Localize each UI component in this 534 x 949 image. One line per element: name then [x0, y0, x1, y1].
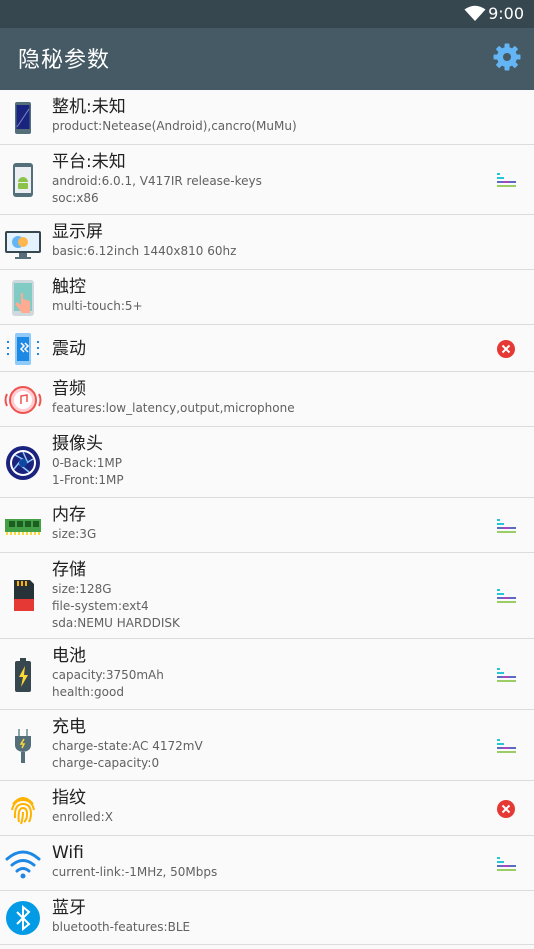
item-detail: soc:x86 — [52, 191, 99, 205]
touch-icon — [4, 279, 42, 317]
bars-icon[interactable] — [496, 854, 516, 874]
error-icon[interactable] — [496, 799, 516, 819]
status-time: 9:00 — [488, 4, 524, 23]
vibration-icon — [4, 330, 42, 368]
bars-icon[interactable] — [496, 586, 516, 606]
item-title: 音频 — [52, 379, 86, 399]
bars-icon[interactable] — [496, 736, 516, 756]
error-icon[interactable] — [496, 339, 516, 359]
sdcard-icon — [4, 577, 42, 615]
item-detail: current-link:-1MHz, 50Mbps — [52, 865, 218, 879]
item-title: 摄像头 — [52, 434, 103, 454]
item-detail: bluetooth-features:BLE — [52, 920, 191, 934]
item-text: 摄像头 0-Back:1MP 1-Front:1MP — [52, 433, 124, 489]
list-item[interactable]: 蓝牙 bluetooth-features:BLE — [0, 891, 534, 945]
item-detail: charge-state:AC 4172mV — [52, 739, 203, 753]
list-item[interactable]: 触控 multi-touch:5+ — [0, 270, 534, 325]
item-text: 音频 features:low_latency,output,microphone — [52, 378, 295, 417]
item-detail: enrolled:X — [52, 810, 113, 824]
fingerprint-icon — [4, 790, 42, 828]
list-item[interactable]: 平台:未知 android:6.0.1, V417IR release-keys s… — [0, 145, 534, 215]
item-detail: capacity:3750mAh — [52, 668, 164, 682]
item-title: 整机:未知 — [52, 97, 126, 117]
list-item[interactable]: 摄像头 0-Back:1MP 1-Front:1MP — [0, 427, 534, 498]
item-title: 指纹 — [52, 788, 86, 808]
item-detail: 0-Back:1MP — [52, 456, 122, 470]
list-item[interactable]: 整机:未知 product:Netease(Android),cancro(MuM… — [0, 90, 534, 145]
list-item[interactable]: 存储 size:128G file-system:ext4 sda:NEMU HARD… — [0, 553, 534, 639]
bars-icon[interactable] — [496, 516, 516, 536]
item-detail: product:Netease(Android),cancro(MuMu) — [52, 119, 297, 133]
item-detail: android:6.0.1, V417IR release-keys — [52, 174, 262, 188]
item-title: 蓝牙 — [52, 898, 86, 918]
list-item[interactable]: 显示屏 basic:6.12inch 1440x810 60hz — [0, 215, 534, 270]
battery-icon — [4, 656, 42, 694]
item-title: 震动 — [52, 338, 86, 359]
item-detail: features:low_latency,output,microphone — [52, 401, 295, 415]
list-item[interactable]: 震动 — [0, 325, 534, 372]
list-item[interactable]: 充电 charge-state:AC 4172mV charge-capacity:… — [0, 710, 534, 781]
item-text: 指纹 enrolled:X — [52, 787, 113, 826]
item-detail: size:3G — [52, 527, 97, 541]
item-detail: multi-touch:5+ — [52, 299, 143, 313]
item-title: 电池 — [52, 646, 86, 666]
item-detail: charge-capacity:0 — [52, 756, 160, 770]
item-detail: sda:NEMU HARDDISK — [52, 616, 180, 630]
wifi-icon — [464, 5, 486, 21]
item-text: 震动 — [52, 338, 86, 360]
item-text: 充电 charge-state:AC 4172mV charge-capacity:… — [52, 716, 203, 772]
item-title: Wifi — [52, 843, 84, 863]
wifi-icon — [4, 845, 42, 883]
monitor-icon — [4, 224, 42, 262]
item-text: 蓝牙 bluetooth-features:BLE — [52, 897, 190, 936]
item-detail: 1-Front:1MP — [52, 473, 124, 487]
item-text: 内存 size:3G — [52, 504, 96, 543]
list-item[interactable]: 电池 capacity:3750mAh health:good — [0, 639, 534, 710]
status-bar: 9:00 — [0, 0, 534, 28]
item-text: 触控 multi-touch:5+ — [52, 276, 143, 315]
gear-icon[interactable] — [492, 42, 522, 72]
item-title: 触控 — [52, 277, 86, 297]
item-text: 电池 capacity:3750mAh health:good — [52, 645, 164, 701]
list-item[interactable]: 音频 features:low_latency,output,microphone — [0, 372, 534, 427]
item-detail: size:128G — [52, 582, 112, 596]
item-detail: file-system:ext4 — [52, 599, 149, 613]
bars-icon[interactable] — [496, 170, 516, 190]
phone-icon — [4, 99, 42, 137]
list-item[interactable]: 内存 size:3G — [0, 498, 534, 553]
item-text: 存储 size:128G file-system:ext4 sda:NEMU HARD… — [52, 559, 180, 632]
item-text: Wifi current-link:-1MHz, 50Mbps — [52, 842, 217, 881]
android-icon — [4, 161, 42, 199]
page-title: 隐秘参数 — [18, 48, 111, 73]
list-item[interactable]: Wifi current-link:-1MHz, 50Mbps — [0, 836, 534, 891]
item-text: 平台:未知 android:6.0.1, V417IR release-keys s… — [52, 151, 262, 207]
item-title: 内存 — [52, 505, 86, 525]
plug-icon — [4, 727, 42, 765]
app-bar: 隐秘参数 — [0, 28, 534, 90]
camera-icon — [4, 444, 42, 482]
ram-icon — [4, 507, 42, 545]
item-title: 存储 — [52, 560, 86, 580]
item-text: 整机:未知 product:Netease(Android),cancro(MuM… — [52, 96, 297, 135]
item-title: 平台:未知 — [52, 152, 126, 172]
parameter-list: 整机:未知 product:Netease(Android),cancro(MuM… — [0, 90, 534, 945]
item-detail: basic:6.12inch 1440x810 60hz — [52, 244, 237, 258]
bluetooth-icon — [4, 899, 42, 937]
item-title: 充电 — [52, 717, 86, 737]
list-item[interactable]: 指纹 enrolled:X — [0, 781, 534, 836]
item-title: 显示屏 — [52, 222, 103, 242]
bars-icon[interactable] — [496, 665, 516, 685]
item-detail: health:good — [52, 685, 124, 699]
audio-icon — [4, 381, 42, 419]
item-text: 显示屏 basic:6.12inch 1440x810 60hz — [52, 221, 236, 260]
